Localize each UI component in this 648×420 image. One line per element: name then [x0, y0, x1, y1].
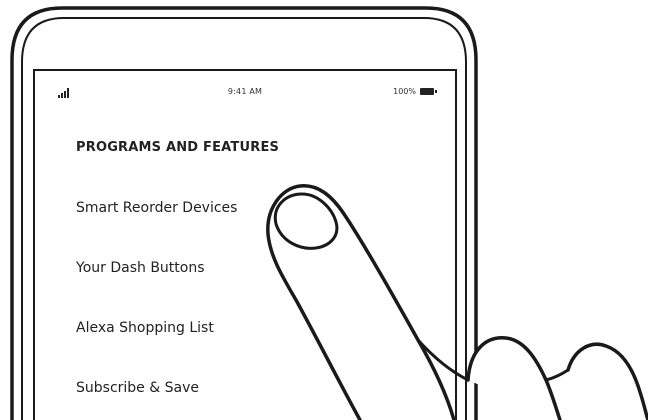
menu-item-your-dash-buttons[interactable]: Your Dash Buttons: [76, 260, 436, 320]
section-title: PROGRAMS AND FEATURES: [76, 140, 280, 155]
status-right: 100%: [393, 87, 437, 96]
phone-screen: 9:41 AM 100% PROGRAMS AND FEATURES Smart…: [36, 72, 454, 420]
programs-menu: Smart Reorder Devices Your Dash Buttons …: [76, 200, 436, 420]
battery-percent: 100%: [393, 87, 416, 96]
status-time: 9:41 AM: [227, 87, 263, 96]
battery-full-icon: [420, 88, 437, 95]
status-bar: 9:41 AM 100%: [36, 72, 454, 118]
menu-item-alexa-shopping-list[interactable]: Alexa Shopping List: [76, 320, 436, 380]
menu-item-subscribe-save[interactable]: Subscribe & Save: [76, 380, 436, 420]
menu-item-smart-reorder-devices[interactable]: Smart Reorder Devices: [76, 200, 436, 260]
